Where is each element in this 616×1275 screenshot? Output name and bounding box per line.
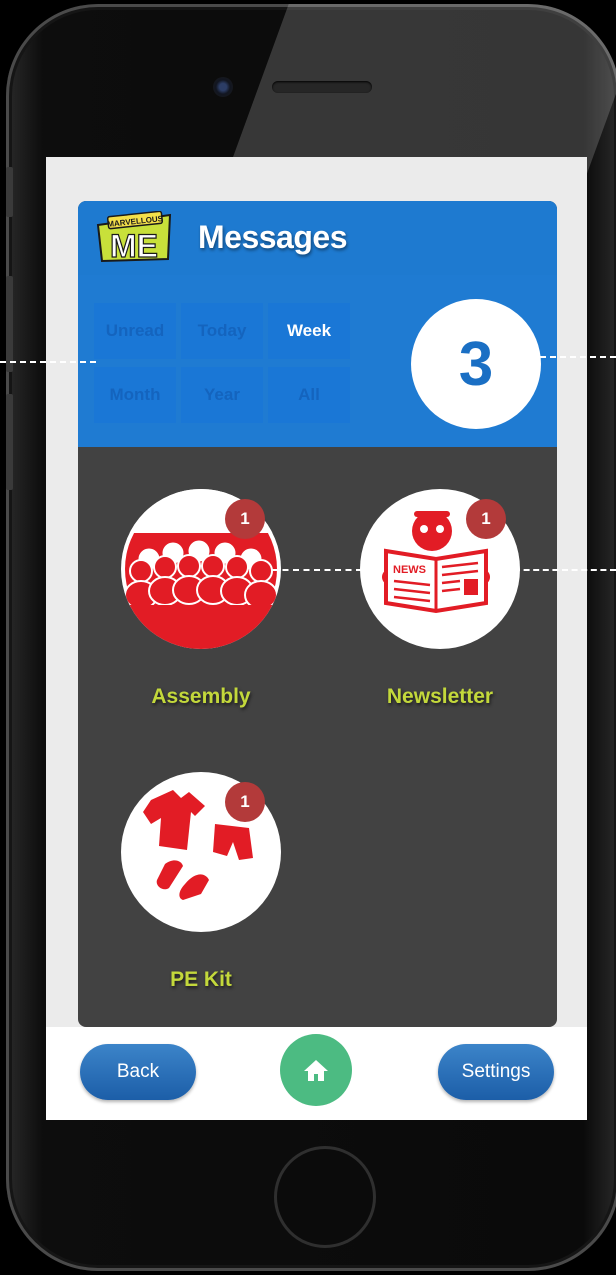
marvellous-me-logo: MARVELLOUS ME — [96, 211, 172, 263]
filter-unread[interactable]: Unread — [94, 303, 176, 359]
volume-down-button — [6, 394, 13, 490]
page-title: Messages — [198, 219, 347, 255]
guide-line-assembly — [272, 569, 362, 571]
earpiece-speaker — [272, 81, 372, 93]
home-button[interactable] — [280, 1034, 352, 1106]
newsletter-badge: 1 — [466, 499, 506, 539]
filter-all[interactable]: All — [268, 367, 350, 423]
filter-year[interactable]: Year — [181, 367, 263, 423]
messages-panel: MARVELLOUS ME Messages Unread Today Week… — [78, 201, 557, 1027]
mute-switch — [6, 167, 13, 217]
settings-button[interactable]: Settings — [438, 1044, 554, 1100]
device-home-button[interactable] — [274, 1146, 376, 1248]
app-header: MARVELLOUS ME Messages — [78, 201, 557, 275]
home-icon — [304, 1060, 328, 1081]
filter-month[interactable]: Month — [94, 367, 176, 423]
guide-line-count — [540, 356, 616, 358]
volume-up-button — [6, 276, 13, 372]
screen: MARVELLOUS ME Messages Unread Today Week… — [46, 157, 587, 1120]
guide-line-newsletter — [514, 569, 616, 571]
bottom-bar: Back Settings — [46, 1027, 587, 1120]
filter-today[interactable]: Today — [181, 303, 263, 359]
pe-kit-badge: 1 — [225, 782, 265, 822]
pe-kit-label[interactable]: PE Kit — [101, 968, 301, 992]
newsletter-label[interactable]: Newsletter — [340, 685, 540, 709]
guide-line-left — [0, 361, 96, 363]
assembly-badge: 1 — [225, 499, 265, 539]
back-button[interactable]: Back — [80, 1044, 196, 1100]
message-count: 3 — [411, 299, 541, 429]
svg-text:ME: ME — [110, 228, 158, 263]
front-camera — [213, 77, 233, 97]
newsletter-icon-text: NEWS — [393, 564, 426, 576]
assembly-label[interactable]: Assembly — [101, 685, 301, 709]
filter-week[interactable]: Week — [268, 303, 350, 359]
